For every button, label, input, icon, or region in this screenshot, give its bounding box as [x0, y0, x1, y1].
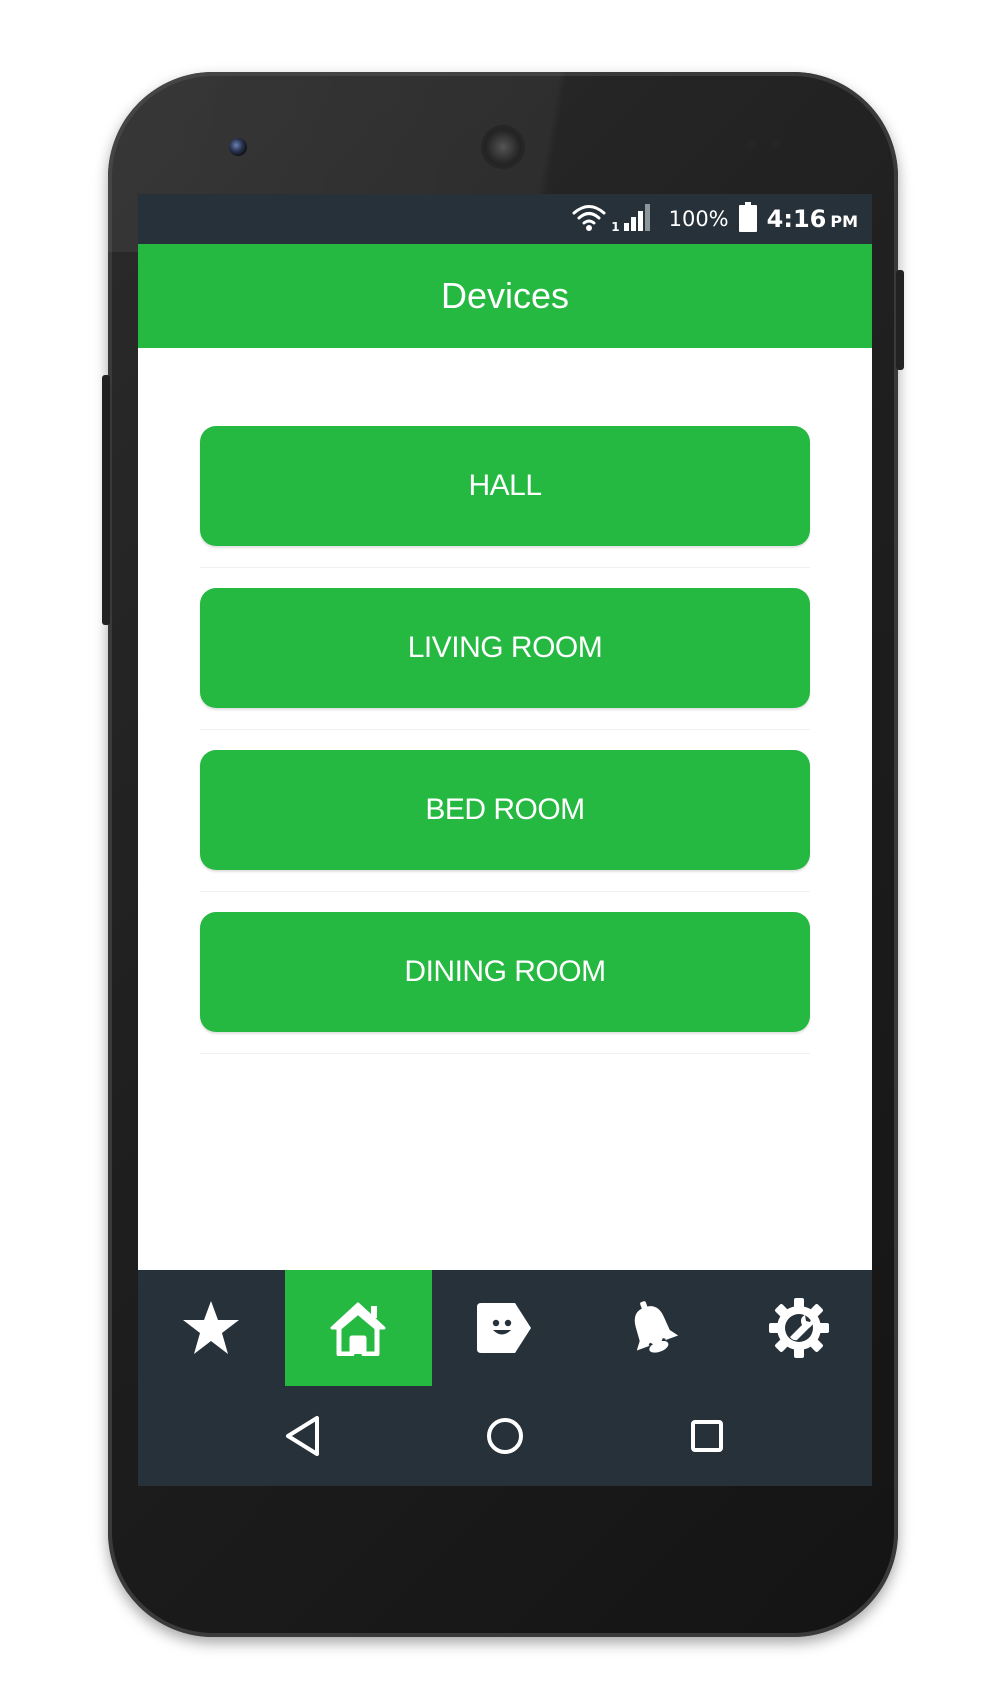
screen: 1 100% 4:16 PM Devices HALL LIVING ROOM …	[138, 194, 872, 1486]
device-button-living-room[interactable]: LIVING ROOM	[200, 588, 810, 708]
nav-home-button[interactable]	[477, 1408, 533, 1464]
network-badge: 1	[611, 220, 620, 234]
light-sensor	[772, 140, 780, 148]
power-button	[102, 375, 110, 625]
device-button-dining-room[interactable]: DINING ROOM	[200, 912, 810, 1032]
device-button-hall[interactable]: HALL	[200, 426, 810, 546]
nav-back-button[interactable]	[275, 1408, 331, 1464]
status-ampm: PM	[830, 211, 858, 231]
bottom-tab-bar	[138, 1270, 872, 1386]
home-icon	[330, 1302, 386, 1356]
battery-icon	[738, 202, 757, 236]
earpiece-speaker	[484, 128, 522, 166]
divider	[200, 1053, 810, 1054]
list-item: HALL	[200, 426, 810, 588]
front-camera	[229, 138, 247, 156]
tab-settings[interactable]	[725, 1270, 872, 1386]
wifi-icon	[571, 202, 607, 236]
battery-percent: 100%	[668, 207, 729, 231]
app-bar: Devices	[138, 244, 872, 348]
status-bar: 1 100% 4:16 PM	[138, 194, 872, 244]
tab-notifications[interactable]	[578, 1270, 725, 1386]
proximity-sensor	[746, 140, 756, 150]
bell-icon	[634, 1301, 678, 1353]
list-item: BED ROOM	[200, 750, 810, 912]
divider	[200, 729, 810, 730]
gear-wrench-icon	[768, 1298, 829, 1358]
status-time: 4:16	[766, 205, 827, 233]
cell-signal-icon	[623, 203, 653, 235]
recents-icon	[691, 1420, 723, 1452]
star-icon	[183, 1301, 240, 1354]
nav-recents-button[interactable]	[679, 1408, 735, 1464]
list-item: LIVING ROOM	[200, 588, 810, 750]
back-icon	[286, 1416, 319, 1456]
volume-button	[896, 270, 904, 370]
divider	[200, 567, 810, 568]
device-list: HALL LIVING ROOM BED ROOM DINING ROOM	[200, 426, 810, 1074]
tag-face-icon	[476, 1303, 531, 1353]
home-circle-icon	[487, 1418, 523, 1454]
page-title: Devices	[440, 275, 570, 316]
tab-home[interactable]	[284, 1270, 432, 1386]
divider	[200, 891, 810, 892]
list-item: DINING ROOM	[200, 912, 810, 1074]
status-indicators: 1 100% 4:16 PM	[571, 194, 858, 244]
tab-favorites[interactable]	[138, 1270, 285, 1386]
tab-scenes[interactable]	[432, 1270, 579, 1386]
system-nav-bar	[138, 1386, 872, 1486]
device-button-bed-room[interactable]: BED ROOM	[200, 750, 810, 870]
